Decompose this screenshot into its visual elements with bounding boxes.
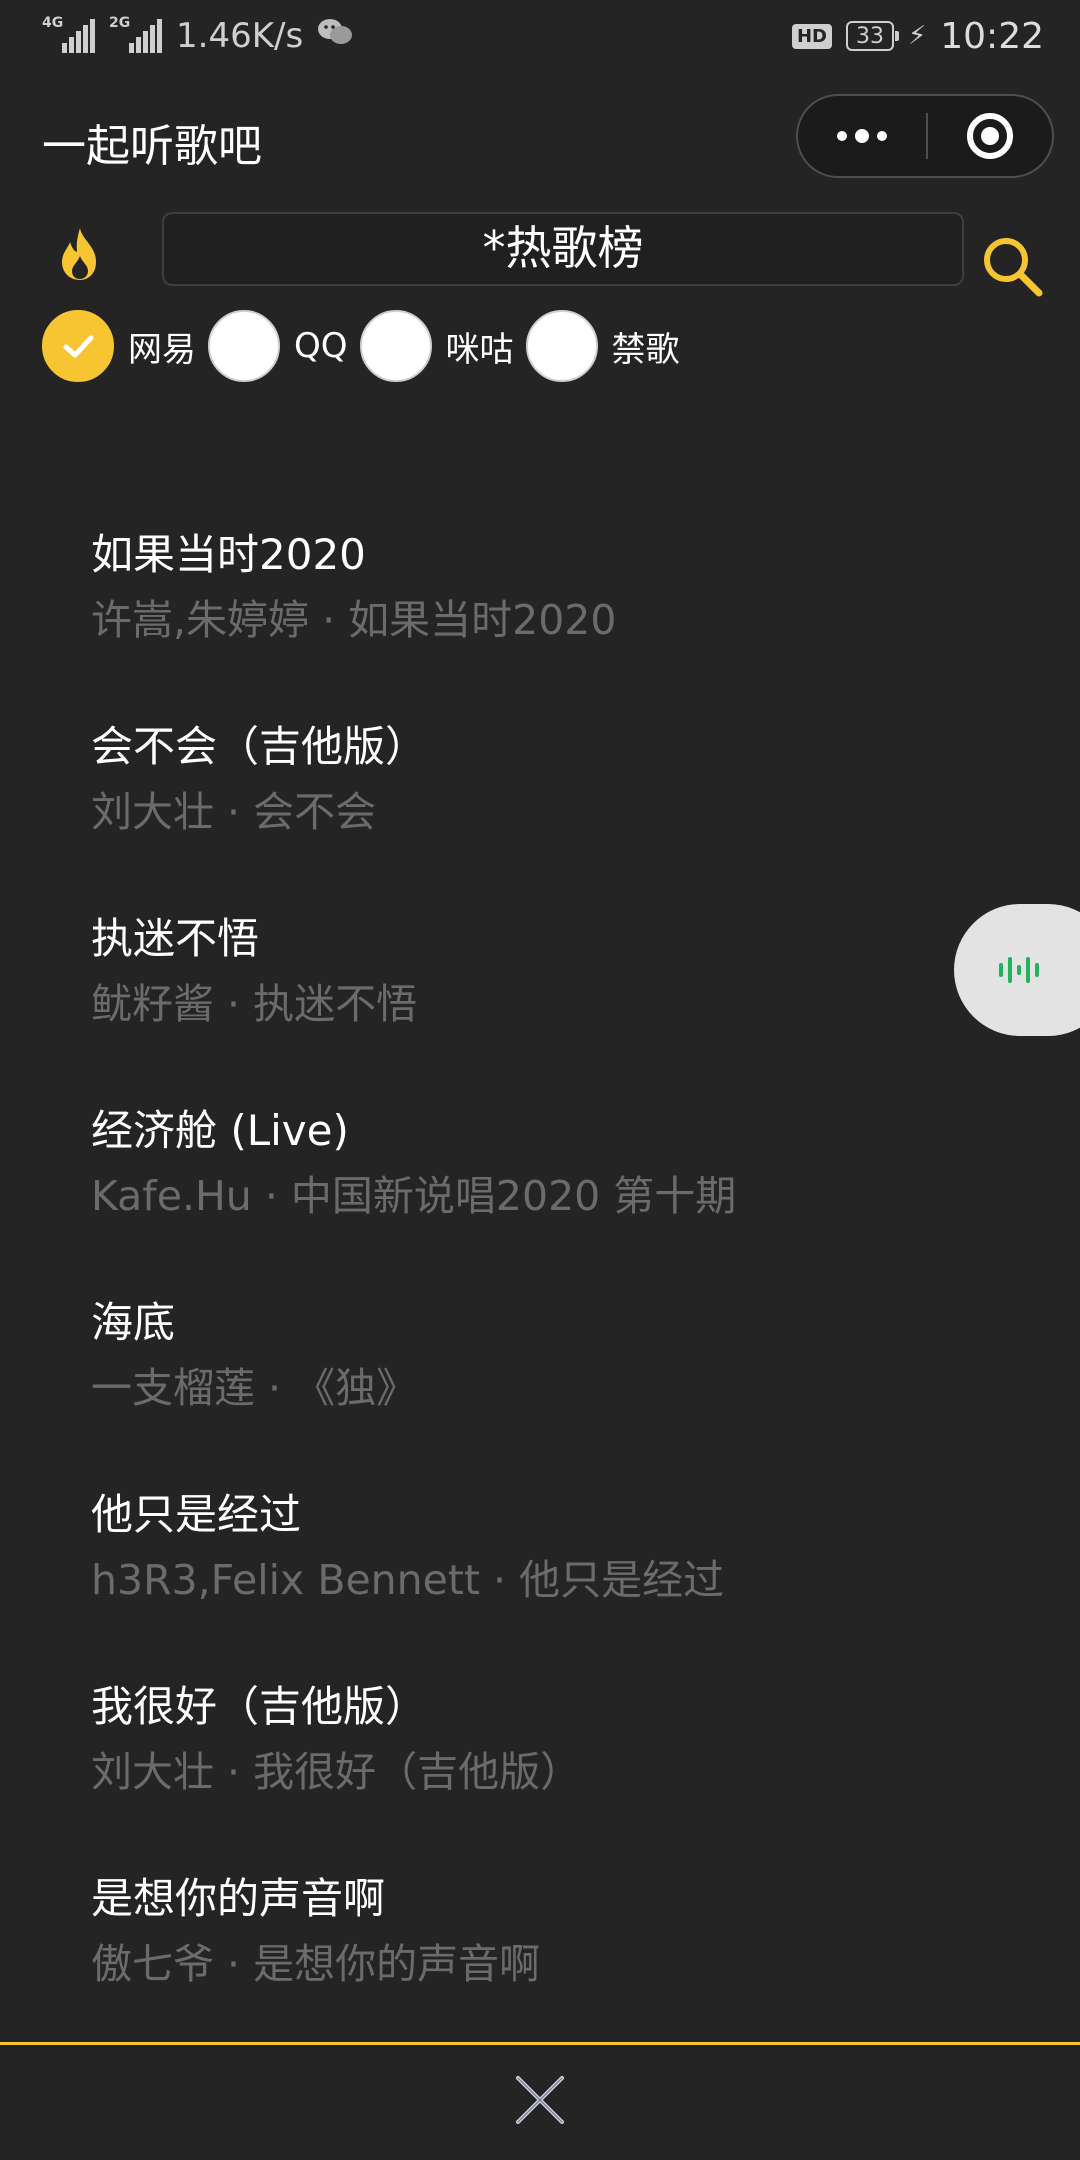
song-artist-album: 许嵩,朱婷婷 · 如果当时2020 [91,596,617,644]
close-icon[interactable] [512,2072,568,2128]
status-left: 4G 2G 1.46K/s [42,15,353,56]
song-item[interactable]: 他只是经过 h3R3,Felix Bennett · 他只是经过 [91,1484,991,1676]
signal-icon: 4G [42,15,95,53]
song-title: 执迷不悟 [91,914,260,963]
song-artist-album: 刘大壮 · 我很好（吉他版） [91,1748,582,1796]
song-title: 是想你的声音啊 [91,1874,386,1923]
more-dots-icon [837,129,887,143]
title-bar: 一起听歌吧 [0,92,1080,182]
song-artist-album: 一支榴莲 · 《独》 [91,1364,418,1412]
floating-player-button[interactable] [954,904,1080,1036]
network-speed: 1.46K/s [176,16,304,56]
search-icon[interactable] [982,236,1044,298]
status-right: HD 33 ⚡ 10:22 [791,15,1044,57]
song-item[interactable]: 执迷不悟 鱿籽酱 · 执迷不悟 [91,908,991,1100]
song-item[interactable]: 经济舱 (Live) Kafe.Hu · 中国新说唱2020 第十期 [91,1100,991,1292]
song-list: 如果当时2020 许嵩,朱婷婷 · 如果当时2020 会不会（吉他版） 刘大壮 … [91,524,991,2060]
fire-icon[interactable] [56,226,104,282]
battery-icon: 33 [845,21,899,51]
song-title: 海底 [91,1298,176,1347]
charging-icon: ⚡ [907,21,927,51]
status-bar: 4G 2G 1.46K/s HD 33 ⚡ 10:22 [0,0,1080,72]
source-option-banned[interactable]: 禁歌 [525,310,692,382]
sound-wave-icon [999,957,1039,983]
song-title: 会不会（吉他版） [91,722,428,771]
source-option-netease[interactable]: 网易 [42,310,208,382]
song-artist-album: Kafe.Hu · 中国新说唱2020 第十期 [91,1172,737,1220]
song-artist-album: 刘大壮 · 会不会 [91,788,377,836]
battery-level: 33 [855,23,884,49]
search-input[interactable]: *热歌榜 [162,212,964,286]
miniprogram-capsule [796,94,1054,178]
song-title: 如果当时2020 [91,530,366,579]
radio-unchecked[interactable] [208,310,280,382]
page-title: 一起听歌吧 [42,121,262,172]
close-miniprogram-button[interactable] [928,113,1052,159]
source-selector: 网易 QQ 咪咕 禁歌 [42,310,692,382]
song-item[interactable]: 是想你的声音啊 傲七爷 · 是想你的声音啊 [91,1868,991,2060]
source-label: QQ [294,326,348,366]
radio-unchecked[interactable] [359,310,432,382]
radio-checked[interactable] [42,310,114,382]
network-type-label: 2G [109,15,131,31]
source-label: 网易 [128,329,196,370]
song-item[interactable]: 如果当时2020 许嵩,朱婷婷 · 如果当时2020 [91,524,991,716]
source-option-migu[interactable]: 咪咕 [359,310,526,382]
signal-icon: 2G [109,15,162,53]
song-title: 经济舱 (Live) [91,1106,349,1155]
song-artist-album: 鱿籽酱 · 执迷不悟 [91,980,418,1028]
song-title: 我很好（吉他版） [91,1682,428,1731]
song-artist-album: h3R3,Felix Bennett · 他只是经过 [91,1556,725,1604]
source-label: 咪咕 [445,329,514,370]
source-label: 禁歌 [611,329,680,370]
radio-unchecked[interactable] [525,310,598,382]
song-item[interactable]: 海底 一支榴莲 · 《独》 [91,1292,991,1484]
song-item[interactable]: 我很好（吉他版） 刘大壮 · 我很好（吉他版） [91,1676,991,1868]
wechat-icon [317,17,353,55]
check-icon [63,335,94,358]
target-icon [967,113,1013,159]
network-type-label: 4G [42,15,64,31]
clock: 10:22 [940,15,1044,57]
more-button[interactable] [798,129,926,143]
song-title: 他只是经过 [91,1490,302,1539]
song-artist-album: 傲七爷 · 是想你的声音啊 [91,1940,541,1988]
source-option-qq[interactable]: QQ [208,310,360,382]
song-item[interactable]: 会不会（吉他版） 刘大壮 · 会不会 [91,716,991,908]
hd-badge: HD [791,23,832,49]
